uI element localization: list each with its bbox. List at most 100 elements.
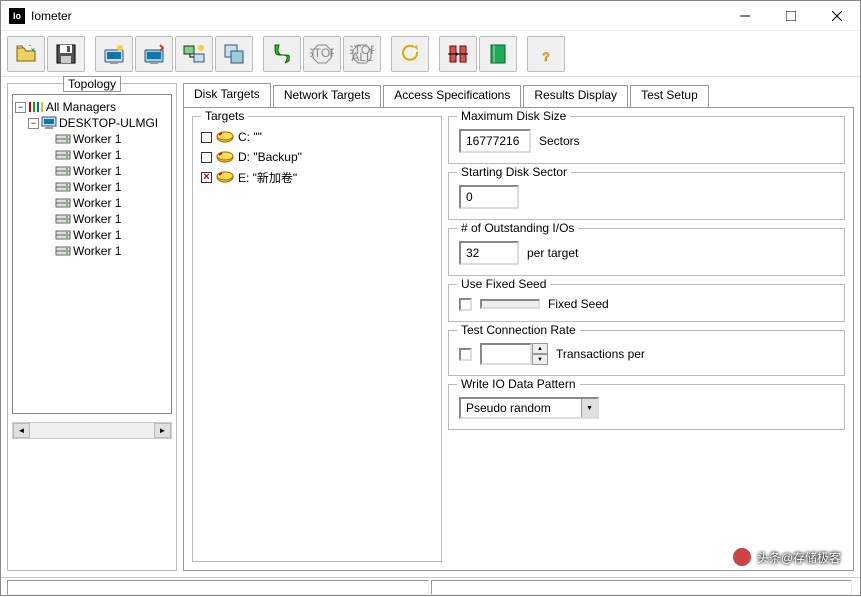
disk-icon <box>55 228 71 242</box>
svg-text:?: ? <box>542 50 549 64</box>
conn-rate-checkbox[interactable] <box>459 348 472 361</box>
disk-icon <box>55 132 71 146</box>
close-button[interactable] <box>814 1 860 31</box>
worker-label: Worker 1 <box>73 132 121 146</box>
drive-icon <box>216 151 234 163</box>
conn-rate-spinner[interactable]: ▲▼ <box>480 343 548 365</box>
outstanding-unit: per target <box>527 246 578 260</box>
title-bar: Io Iometer <box>1 1 860 31</box>
tab-results-display[interactable]: Results Display <box>523 85 628 107</box>
watermark-text: 头条@存储极客 <box>757 549 841 566</box>
disk-target-item[interactable]: D: "Backup" <box>201 147 433 167</box>
tree-label: DESKTOP-ULMGI <box>59 116 158 130</box>
new-net-worker-button[interactable] <box>135 36 173 72</box>
disk-icon <box>55 180 71 194</box>
topology-legend: Topology <box>63 76 121 92</box>
fixed-seed-checkbox[interactable] <box>459 298 472 311</box>
disk-label: D: "Backup" <box>238 150 302 164</box>
tree-worker[interactable]: Worker 1 <box>15 211 169 227</box>
topology-tree[interactable]: − All Managers − DESKTOP-ULMGI Worker 1W… <box>12 94 172 414</box>
tree-worker[interactable]: Worker 1 <box>15 227 169 243</box>
outstanding-ios-input[interactable]: 32 <box>459 241 519 265</box>
tree-worker[interactable]: Worker 1 <box>15 243 169 259</box>
tree-worker[interactable]: Worker 1 <box>15 131 169 147</box>
disk-target-item[interactable]: E: "新加卷" <box>201 167 433 187</box>
scroll-track[interactable] <box>30 423 154 438</box>
status-cell <box>431 580 853 595</box>
svg-text:ALL: ALL <box>351 50 373 64</box>
worker-label: Worker 1 <box>73 228 121 242</box>
tree-worker[interactable]: Worker 1 <box>15 147 169 163</box>
fixed-seed-label: Fixed Seed <box>548 297 609 311</box>
worker-label: Worker 1 <box>73 244 121 258</box>
disk-checkbox[interactable] <box>201 152 212 163</box>
drive-icon <box>216 171 234 183</box>
tab-disk-targets[interactable]: Disk Targets <box>183 83 271 107</box>
window-title: Iometer <box>31 9 722 23</box>
maximize-button[interactable] <box>768 1 814 31</box>
app-icon: Io <box>9 8 25 24</box>
worker-label: Worker 1 <box>73 164 121 178</box>
disk-checkbox[interactable] <box>201 172 212 183</box>
fixed-seed-legend: Use Fixed Seed <box>457 277 550 291</box>
watermark: 头条@存储极客 <box>731 546 841 568</box>
collapse-icon[interactable]: − <box>15 102 26 113</box>
scroll-right-button[interactable]: ► <box>154 423 171 438</box>
copy-button[interactable] <box>215 36 253 72</box>
disk-icon <box>55 212 71 226</box>
dropdown-arrow-icon[interactable]: ▼ <box>581 399 597 417</box>
save-button[interactable] <box>47 36 85 72</box>
book-button[interactable] <box>479 36 517 72</box>
new-worker-button[interactable] <box>95 36 133 72</box>
drive-icon <box>216 131 234 143</box>
connection-rate-fieldset: Test Connection Rate ▲▼ Transactions per <box>448 330 845 376</box>
horizontal-scrollbar[interactable]: ◄ ► <box>12 422 172 439</box>
outstanding-legend: # of Outstanding I/Os <box>457 221 578 235</box>
start-button[interactable] <box>263 36 301 72</box>
pattern-value: Pseudo random <box>461 399 581 417</box>
fixed-seed-fieldset: Use Fixed Seed Fixed Seed <box>448 284 845 322</box>
worker-label: Worker 1 <box>73 212 121 226</box>
scroll-left-button[interactable]: ◄ <box>13 423 30 438</box>
reset-button[interactable] <box>391 36 429 72</box>
targets-legend: Targets <box>201 109 248 123</box>
open-button[interactable] <box>7 36 45 72</box>
disk-target-item[interactable]: C: "" <box>201 127 433 147</box>
status-cell <box>7 580 429 595</box>
disk-checkbox[interactable] <box>201 132 212 143</box>
duplicate-worker-button[interactable] <box>175 36 213 72</box>
stop-button[interactable]: STOP <box>303 36 341 72</box>
tabs: Disk Targets Network Targets Access Spec… <box>183 83 854 107</box>
worker-label: Worker 1 <box>73 180 121 194</box>
tree-worker[interactable]: Worker 1 <box>15 163 169 179</box>
starting-sector-input[interactable]: 0 <box>459 185 519 209</box>
help-button[interactable]: ? <box>527 36 565 72</box>
max-disk-unit: Sectors <box>539 134 580 148</box>
disk-label: C: "" <box>238 130 262 144</box>
tab-network-targets[interactable]: Network Targets <box>273 85 381 107</box>
outstanding-ios-fieldset: # of Outstanding I/Os 32 per target <box>448 228 845 276</box>
tab-access-specifications[interactable]: Access Specifications <box>383 85 521 107</box>
disk-icon <box>55 148 71 162</box>
starting-sector-fieldset: Starting Disk Sector 0 <box>448 172 845 220</box>
pattern-legend: Write IO Data Pattern <box>457 377 580 391</box>
max-disk-legend: Maximum Disk Size <box>457 109 570 123</box>
max-disk-size-input[interactable]: 16777216 <box>459 129 531 153</box>
targets-fieldset: Targets C: ""D: "Backup"E: "新加卷" <box>192 116 442 562</box>
status-bar <box>1 577 860 597</box>
tree-worker[interactable]: Worker 1 <box>15 195 169 211</box>
tree-root[interactable]: − All Managers <box>15 99 169 115</box>
fixed-seed-input[interactable] <box>480 299 540 309</box>
minimize-button[interactable] <box>722 1 768 31</box>
align-button[interactable] <box>439 36 477 72</box>
stop-all-button[interactable]: STOPALL <box>343 36 381 72</box>
watermark-avatar <box>731 546 753 568</box>
start-sector-legend: Starting Disk Sector <box>457 165 571 179</box>
write-pattern-dropdown[interactable]: Pseudo random ▼ <box>459 397 599 419</box>
tree-host[interactable]: − DESKTOP-ULMGI <box>15 115 169 131</box>
worker-label: Worker 1 <box>73 148 121 162</box>
disk-icon <box>55 196 71 210</box>
tab-test-setup[interactable]: Test Setup <box>630 85 709 107</box>
tree-worker[interactable]: Worker 1 <box>15 179 169 195</box>
collapse-icon[interactable]: − <box>28 118 39 129</box>
